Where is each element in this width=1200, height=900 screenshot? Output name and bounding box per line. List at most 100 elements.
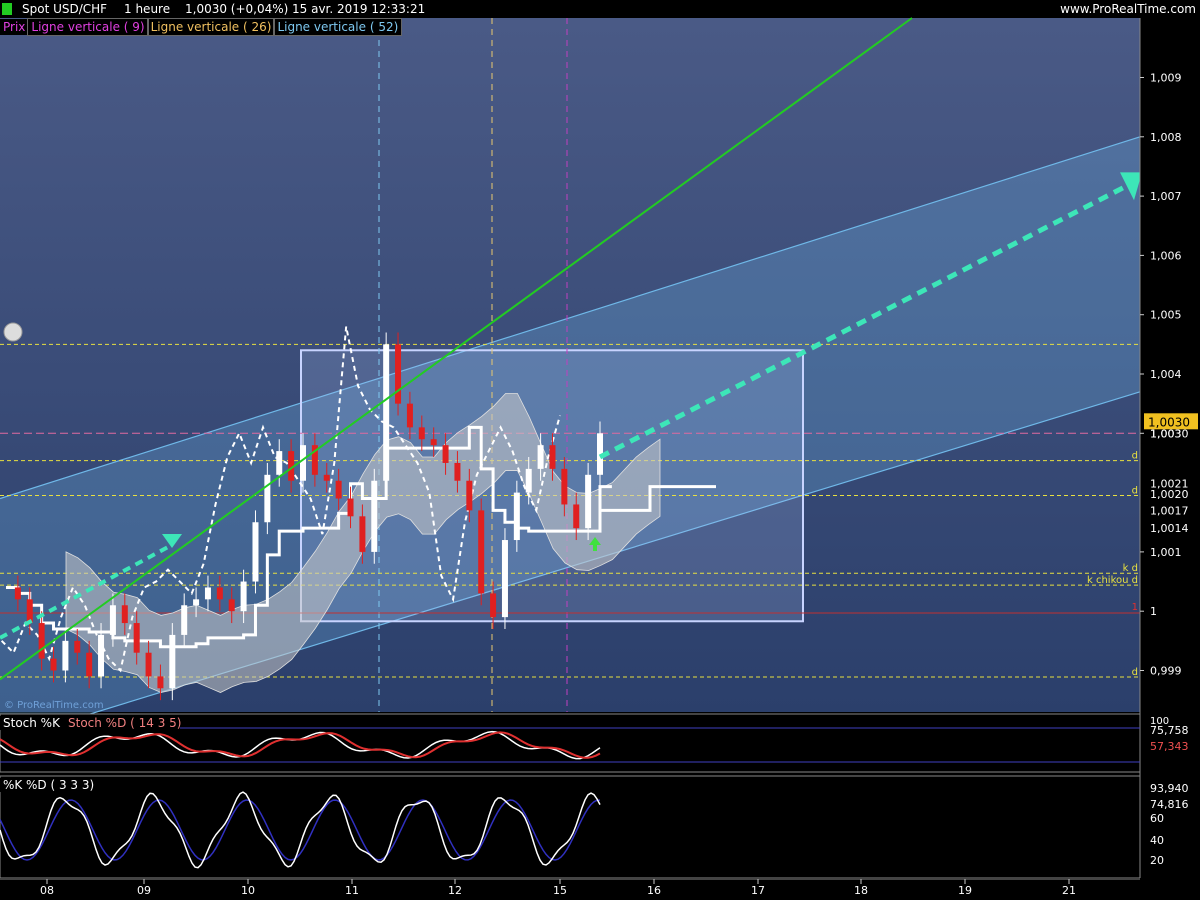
stoch1-value-k: 75,758 (1150, 724, 1189, 737)
candle-body (442, 445, 449, 463)
time-tick-label: 12 (448, 884, 462, 897)
candle-body (537, 445, 544, 469)
candle-body (109, 605, 116, 635)
candle-body (98, 634, 105, 677)
ref-tag: k d (1123, 563, 1138, 574)
candle-body (216, 587, 223, 600)
candle-body (74, 640, 81, 653)
time-tick-label: 19 (958, 884, 972, 897)
time-tick-label: 15 (553, 884, 567, 897)
time-tick-label: 10 (241, 884, 255, 897)
candle-body (300, 445, 306, 481)
candle-body (371, 480, 378, 552)
candle-body (406, 403, 413, 428)
ref-tag: d (1132, 451, 1138, 462)
candle-body (38, 623, 45, 659)
legend-lv52[interactable]: Ligne verticale ( 52) (273, 18, 403, 36)
stoch1-value-d: 57,343 (1150, 740, 1189, 753)
price-tick-label: 1,009 (1150, 72, 1182, 85)
candle-body (181, 605, 188, 635)
red-ref-tag: 1 (1132, 602, 1138, 613)
candle-body (501, 540, 508, 618)
candle-body (395, 344, 402, 404)
legend-lv26[interactable]: Ligne verticale ( 26) (146, 18, 276, 36)
candle-body (323, 474, 330, 481)
level-label: 1,0020 (1150, 488, 1189, 501)
price-tick-label: 1,001 (1150, 546, 1182, 559)
stoch1-label-k: Stoch %K (3, 716, 61, 730)
ref-tag: k chikou d (1087, 575, 1138, 586)
alert-bell-icon (3, 322, 23, 342)
legend-lv9[interactable]: Ligne verticale ( 9) (27, 18, 149, 36)
candle-body (466, 480, 473, 511)
candle-body (240, 581, 247, 612)
candle-body (418, 427, 425, 440)
level-label: 1,0017 (1150, 504, 1189, 517)
price-tick-label: 1 (1150, 605, 1157, 618)
price-chart[interactable]: © ProRealTime.com 1,009 1,008 1,007 1,006 1,0… (0, 0, 1200, 900)
price-axis-bg (1140, 18, 1200, 900)
candle-body (347, 498, 354, 517)
ref-tag: d (1132, 667, 1138, 678)
candle-body (157, 676, 164, 689)
candle-body (585, 474, 592, 529)
candle-body (204, 587, 211, 600)
stoch1-label-d: Stoch %D ( 14 3 5) (68, 716, 181, 730)
candle-body (525, 468, 532, 493)
time-axis-bg (0, 878, 1200, 900)
price-tick-label: 1,007 (1150, 190, 1182, 203)
candle-body (145, 652, 152, 677)
stoch2-tick: 60 (1150, 812, 1164, 825)
time-tick-label: 09 (137, 884, 151, 897)
candle-body (228, 599, 235, 612)
watermark: © ProRealTime.com (4, 700, 104, 711)
time-tick-label: 16 (647, 884, 661, 897)
candle-body (169, 634, 176, 689)
ref-tag: d (1132, 486, 1138, 497)
indicator-legend: Prix Ligne verticale ( 9) Ligne verticale … (0, 18, 403, 36)
candle-body (513, 492, 520, 541)
candle-body (561, 468, 568, 505)
current-price-label: 1,0030 (1148, 415, 1190, 429)
time-tick-label: 21 (1062, 884, 1076, 897)
price-tick-label: 0,999 (1150, 664, 1182, 677)
level-label: 1,0014 (1150, 522, 1189, 535)
candle-body (264, 474, 271, 523)
stoch2-label-k: %K (3, 778, 23, 792)
candle-body (549, 445, 556, 469)
time-tick-label: 11 (345, 884, 359, 897)
candle-body (50, 658, 57, 671)
candle-body (490, 593, 497, 618)
candle-body (359, 516, 366, 552)
candle-body (430, 439, 437, 446)
candle-body (121, 605, 128, 624)
stoch2-value-k: 93,940 (1150, 782, 1189, 795)
chart-window: Spot USD/CHF 1 heure 1,0030 (+0,04%) 15 … (0, 0, 1200, 900)
candle-body (478, 510, 485, 594)
stoch2-value-d: 74,816 (1150, 798, 1189, 811)
candle-body (335, 480, 342, 499)
stoch2-tick: 20 (1150, 854, 1164, 867)
candle-body (454, 462, 461, 481)
time-tick-label: 18 (854, 884, 868, 897)
time-tick-label: 17 (751, 884, 765, 897)
price-tick-label: 1,006 (1150, 249, 1182, 262)
legend-prix[interactable]: Prix (0, 19, 28, 35)
candle-body (252, 522, 259, 582)
candle-body (383, 344, 390, 481)
price-tick-label: 1,008 (1150, 131, 1182, 144)
price-tick-label: 1,004 (1150, 368, 1182, 381)
stoch2-tick: 40 (1150, 834, 1164, 847)
candle-body (86, 652, 93, 677)
stoch2-label-d: %D ( 3 3 3) (26, 778, 94, 792)
candle-body (573, 504, 580, 529)
candle-body (276, 451, 283, 475)
candle-body (133, 623, 140, 653)
stoch2-panel (0, 775, 1141, 879)
candle-body (14, 587, 21, 600)
time-tick-label: 08 (40, 884, 54, 897)
price-tick-label: 1,005 (1150, 309, 1182, 322)
candle-body (26, 599, 33, 624)
candle-body (62, 640, 69, 671)
candle-body (193, 599, 200, 606)
